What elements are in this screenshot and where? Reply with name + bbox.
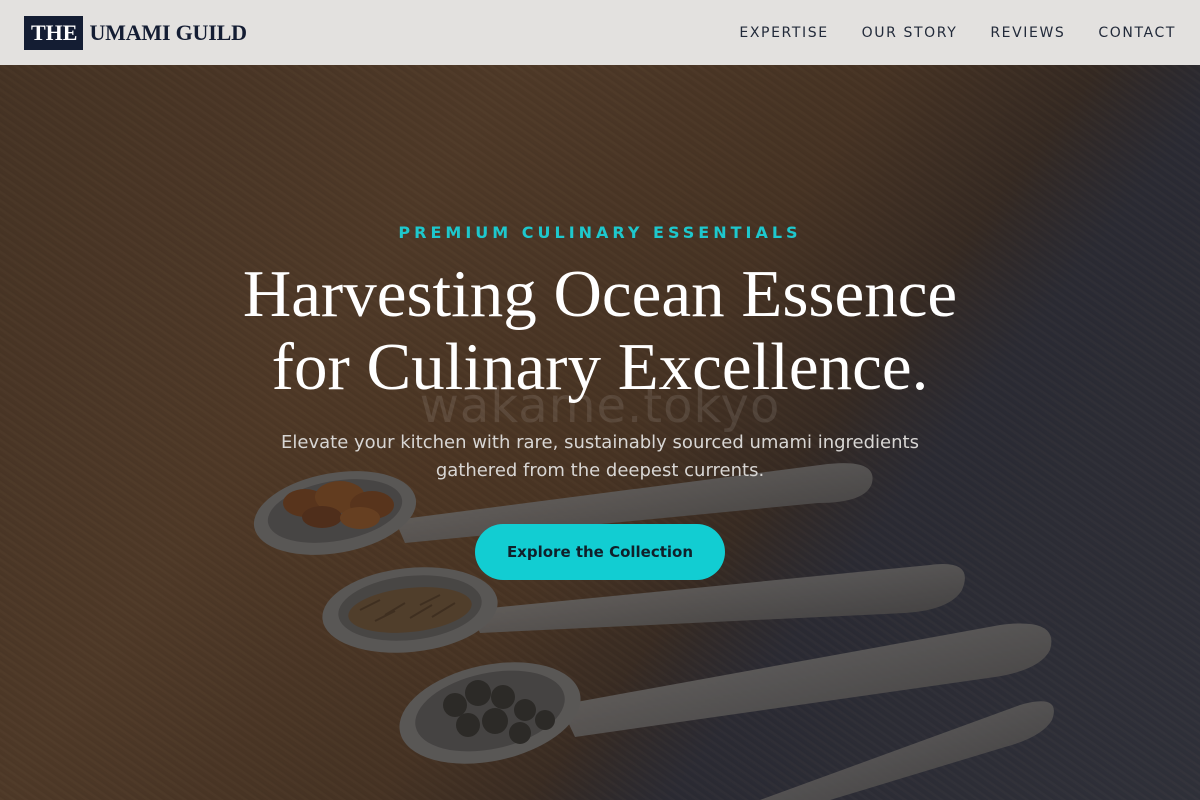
nav-item-reviews[interactable]: REVIEWS (990, 25, 1065, 41)
main-nav: EXPERTISE OUR STORY REVIEWS CONTACT (706, 25, 1176, 41)
nav-item-expertise[interactable]: EXPERTISE (739, 25, 828, 41)
hero-subtitle: Elevate your kitchen with rare, sustaina… (250, 429, 950, 485)
nav-item-our-story[interactable]: OUR STORY (862, 25, 958, 41)
subtitle-line-2: gathered from the deepest currents. (435, 460, 765, 481)
logo-badge: THE (24, 15, 84, 50)
headline-line-1: Harvesting Ocean Essence (242, 257, 958, 331)
subtitle-line-1: Elevate your kitchen with rare, sustaina… (281, 432, 919, 453)
site-header: THE UMAMI GUILD EXPERTISE OUR STORY REVI… (0, 0, 1200, 65)
logo-text: UMAMI GUILD (89, 19, 247, 45)
hero-eyebrow: PREMIUM CULINARY ESSENTIALS (398, 223, 802, 242)
explore-collection-button[interactable]: Explore the Collection (475, 524, 725, 580)
nav-item-contact[interactable]: CONTACT (1098, 25, 1176, 41)
logo[interactable]: THE UMAMI GUILD (24, 15, 247, 50)
watermark: wakame.tokyo (419, 378, 781, 434)
